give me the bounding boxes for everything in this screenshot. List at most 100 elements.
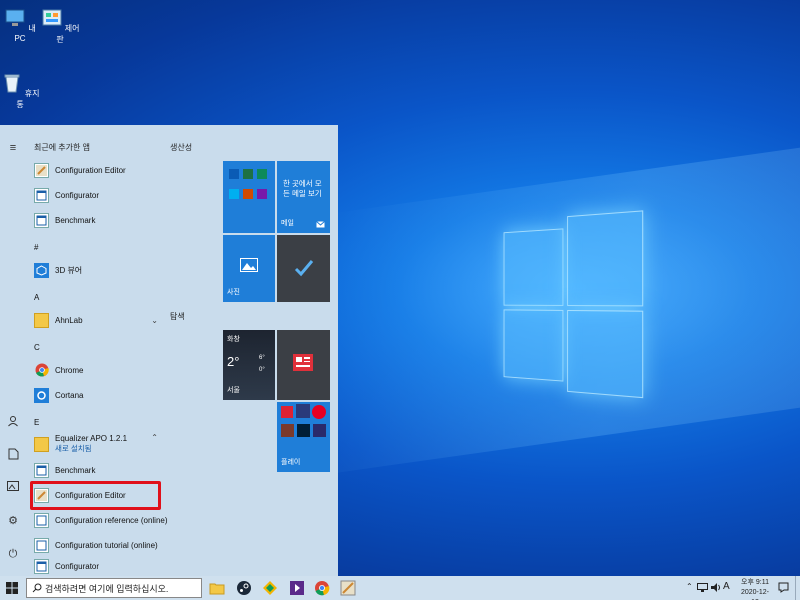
media-player-icon[interactable]	[289, 580, 305, 596]
app-configuration-tutorial[interactable]: Configuration tutorial (online)	[34, 535, 158, 555]
tray-overflow-chevron-icon[interactable]: ⌃	[686, 582, 693, 591]
desktop-icon-control-panel[interactable]: 제어판	[40, 8, 80, 45]
app-label: Configurator	[55, 190, 100, 200]
weather-condition: 화창	[227, 336, 240, 343]
settings-gear-icon[interactable]: ⚙	[6, 514, 20, 528]
mail-promo-text: 한 곳에서 모든 메일 보기	[283, 179, 322, 198]
documents-icon[interactable]	[6, 448, 20, 462]
search-placeholder: 검색하려면 여기에 입력하십시오.	[45, 583, 169, 594]
tile-news[interactable]	[277, 330, 330, 400]
app-benchmark-recent[interactable]: Benchmark	[34, 210, 95, 230]
app-label: Benchmark	[55, 215, 96, 225]
notifications-icon[interactable]	[778, 582, 789, 593]
windows-start-icon[interactable]	[6, 582, 18, 594]
file-explorer-icon[interactable]	[209, 580, 225, 596]
app-configuration-editor-recent[interactable]: Configuration Editor	[34, 160, 126, 180]
chrome-taskbar-icon[interactable]	[314, 580, 330, 596]
document-icon	[34, 512, 49, 528]
play-apps-icon	[281, 404, 326, 437]
cortana-icon	[34, 387, 49, 403]
app-label: Chrome	[55, 365, 84, 375]
weather-temperature: 2°	[227, 354, 240, 369]
app-label: AhnLab	[55, 315, 83, 325]
app-launcher-icon[interactable]	[262, 580, 278, 596]
clock[interactable]: 오후 9:11 2020-12-12	[738, 578, 772, 600]
mail-envelope-icon	[316, 221, 325, 228]
tile-mail[interactable]: 한 곳에서 모든 메일 보기 메일	[277, 161, 330, 233]
play-tile-label: 플레이	[281, 459, 301, 466]
weather-city: 서울	[227, 387, 240, 394]
explore-header: 탐색	[170, 312, 185, 321]
chevron-up-icon[interactable]: ⌃	[151, 433, 158, 442]
taskbar-search-box[interactable]: 검색하려면 여기에 입력하십시오.	[26, 578, 202, 598]
user-account-icon[interactable]	[6, 415, 20, 429]
folder-icon	[34, 312, 49, 328]
productivity-header: 생산성	[170, 143, 193, 152]
app-label: Benchmark	[55, 465, 96, 475]
section-letter-e[interactable]: E	[34, 418, 39, 427]
tile-photos[interactable]: 사진	[223, 235, 275, 302]
power-icon[interactable]: ⏻	[6, 547, 20, 561]
clock-date: 2020-12-12	[740, 589, 770, 600]
tile-todo[interactable]	[277, 235, 330, 302]
hamburger-menu-icon[interactable]: ≡	[6, 141, 20, 155]
network-icon[interactable]	[697, 583, 708, 592]
app-configuration-reference[interactable]: Configuration reference (online)	[34, 510, 168, 530]
chevron-down-icon[interactable]: ⌄	[151, 316, 158, 325]
app-3d-viewer[interactable]: 3D 뷰어	[34, 260, 82, 280]
app-label: Cortana	[55, 390, 84, 400]
search-icon	[32, 583, 42, 593]
app-equalizer-benchmark[interactable]: Benchmark	[34, 460, 95, 480]
office-apps-icon	[229, 169, 267, 199]
3d-viewer-icon	[34, 262, 49, 278]
new-install-badge: 새로 설치됨	[55, 444, 92, 453]
control-panel-icon	[42, 9, 62, 26]
news-icon	[293, 354, 313, 371]
show-desktop-button[interactable]	[795, 576, 800, 600]
ime-indicator[interactable]: A	[723, 581, 730, 592]
app-ahnlab-folder[interactable]: AhnLab ⌄	[34, 310, 158, 330]
app-equalizer-configurator[interactable]: Configurator	[34, 556, 99, 576]
steam-icon[interactable]	[236, 580, 252, 596]
app-label: Configuration tutorial (online)	[55, 540, 158, 550]
configurator-icon	[34, 558, 49, 574]
equalizer-text: Equalizer APO 1.2.1 새로 설치됨	[55, 434, 127, 454]
recycle-bin-icon	[4, 74, 20, 93]
tile-office-apps[interactable]	[223, 161, 275, 233]
configuration-editor-icon	[34, 162, 49, 178]
desktop-icon-recycle-bin[interactable]: 휴지통	[0, 73, 40, 110]
chrome-icon	[34, 363, 49, 378]
benchmark-icon	[34, 212, 49, 228]
pictures-icon[interactable]	[6, 481, 20, 495]
app-cortana[interactable]: Cortana	[34, 385, 83, 405]
app-label: Configuration reference (online)	[55, 515, 168, 525]
computer-icon	[5, 9, 25, 26]
start-rail: ≡ ⚙ ⏻	[0, 125, 26, 576]
app-chrome[interactable]: Chrome	[34, 360, 83, 380]
checkmark-icon	[294, 260, 314, 277]
recent-apps-header: 최근에 추가한 앱	[34, 143, 90, 152]
photos-tile-label: 사진	[227, 289, 240, 296]
photos-icon	[240, 258, 258, 272]
configuration-editor-taskbar-icon[interactable]	[340, 580, 356, 596]
tile-play[interactable]: 플레이	[277, 402, 330, 472]
desktop-icon-this-pc[interactable]: 내 PC	[0, 8, 40, 43]
clock-time: 오후 9:11	[741, 579, 769, 586]
section-letter-a[interactable]: A	[34, 293, 39, 302]
weather-low: 0°	[259, 367, 265, 373]
highlight-box	[30, 481, 161, 510]
app-label: Equalizer APO 1.2.1	[55, 434, 128, 443]
app-configurator-recent[interactable]: Configurator	[34, 185, 99, 205]
speaker-icon[interactable]	[711, 583, 721, 592]
folder-icon	[34, 436, 49, 452]
section-letter-c[interactable]: C	[34, 343, 40, 352]
app-label: 3D 뷰어	[55, 265, 83, 275]
section-letter-hash[interactable]: #	[34, 243, 38, 252]
app-label: Configuration Editor	[55, 165, 126, 175]
windows-logo-wallpaper	[503, 204, 644, 399]
app-equalizer-folder[interactable]: Equalizer APO 1.2.1 새로 설치됨 ⌃	[34, 431, 158, 457]
app-label: Configurator	[55, 561, 100, 571]
tile-weather[interactable]: 화창 2° 6° 0° 서울	[223, 330, 275, 400]
document-icon	[34, 537, 49, 553]
taskbar: 검색하려면 여기에 입력하십시오. ⌃ A 오후 9:11 2020-12-12	[0, 576, 800, 600]
